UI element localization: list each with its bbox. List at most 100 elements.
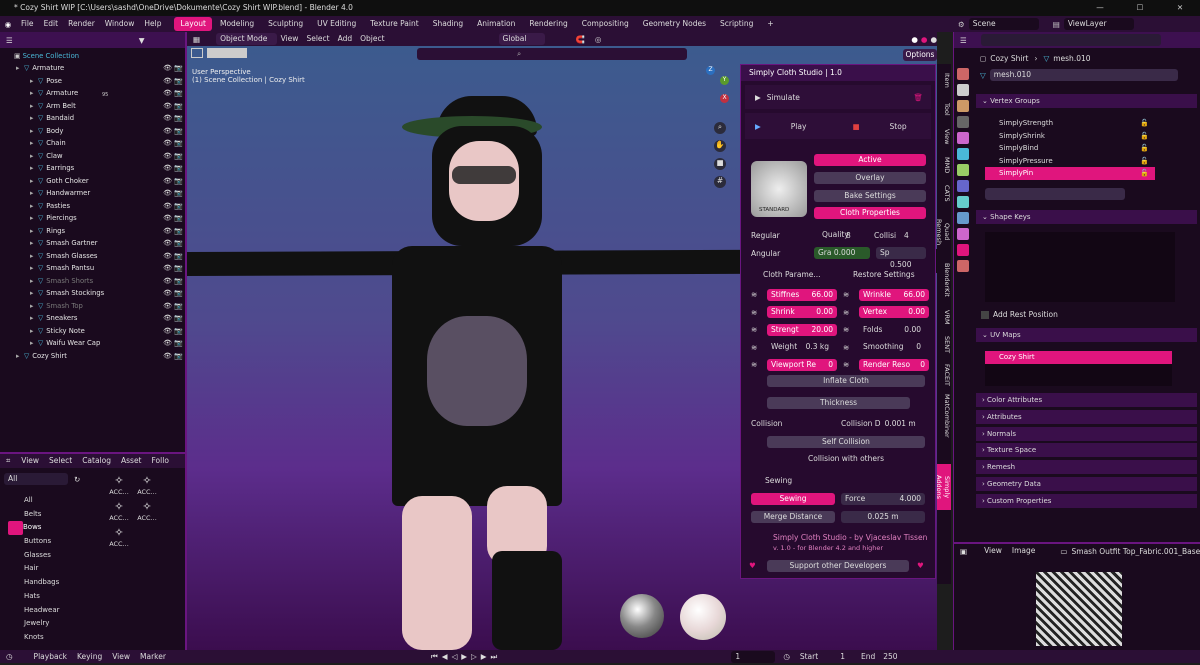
visibility-icons[interactable]: 👁 📷 [163,150,183,163]
vertex-groups-section[interactable]: ⌄ Vertex Groups [976,94,1197,108]
mesh-name-field[interactable]: mesh.010 [990,69,1178,81]
outliner-item[interactable]: ▸▽Earrings👁 📷 [0,162,187,175]
asset-thumbnail[interactable]: ✧ACC... [106,474,132,496]
visibility-icons[interactable]: 👁 📷 [163,325,183,338]
thickness-button[interactable]: Thickness [767,397,910,409]
props-editor-icon[interactable]: ☰ [960,36,967,45]
strength-field[interactable]: Strengt20.00 [767,324,837,336]
sewing-button[interactable]: Sewing [751,493,835,505]
merge-distance-field[interactable]: 0.025 m [841,511,925,523]
lock-icon[interactable]: 🔓 [1140,167,1149,180]
tab-layout[interactable]: Layout [174,17,212,31]
lock-icon[interactable]: 🔓 [1140,130,1149,143]
play-icon[interactable]: ▶ [755,122,761,131]
cloth-params-label[interactable]: Cloth Parame... [763,270,833,279]
outliner-item[interactable]: ▸▽Body👁 📷 [0,125,187,138]
shape-keys-section[interactable]: ⌄ Shape Keys [976,210,1197,224]
tab-rendering[interactable]: Rendering [523,17,573,31]
expand-icon[interactable]: ▸ [30,275,38,288]
expand-icon[interactable]: ▸ [30,337,38,350]
outliner-item[interactable]: ▸▽Waifu Wear Cap👁 📷 [0,337,187,350]
catalog-item[interactable]: Belts [0,508,102,522]
collisi-label[interactable]: Collisi [874,231,904,240]
asset-menu-catalog[interactable]: Catalog [77,453,116,469]
vertex-group-item[interactable]: SimplyShrink🔓 [985,130,1155,143]
property-tab-icon[interactable] [957,84,969,96]
outliner-item[interactable]: ▸▽Bandaid👁 📷 [0,112,187,125]
vertex-group-item[interactable]: SimplyBind🔓 [985,142,1155,155]
property-tab-icon[interactable] [957,100,969,112]
visibility-icons[interactable]: 👁 📷 [163,225,183,238]
tab-geometry-nodes[interactable]: Geometry Nodes [637,17,712,31]
outliner-item[interactable]: ▸▽Armature👁 📷 [0,87,187,100]
property-tab-icon[interactable] [957,164,969,176]
playback-controls[interactable]: ⏮◀◁▶▷▶⏭ [431,652,501,662]
expand-icon[interactable]: ▸ [30,137,38,150]
force-field[interactable]: Force4.000 [841,493,925,505]
outliner-item[interactable]: ▸▽Smash Stockings👁 📷 [0,287,187,300]
start-value[interactable]: 1 [840,652,845,661]
shape-keys-list[interactable] [985,232,1175,302]
menu-file[interactable]: File [16,16,39,32]
visibility-icons[interactable]: 👁 📷 [163,100,183,113]
vertex-group-item[interactable]: SimplyStrength🔓 [985,117,1155,130]
angular-dropdown[interactable]: Angular [751,249,806,258]
catalog-item[interactable]: Handbags [0,576,102,590]
expand-icon[interactable]: ▶ [755,93,761,102]
tab-animation[interactable]: Animation [471,17,521,31]
timeline-view[interactable]: View [107,649,135,665]
expand-icon[interactable]: ▸ [30,212,38,225]
expand-icon[interactable]: ▸ [30,187,38,200]
property-tab-icon[interactable] [957,244,969,256]
checkbox-icon[interactable] [981,311,989,319]
expand-icon[interactable]: ▸ [30,125,38,138]
current-frame[interactable]: 1 [731,651,775,663]
sidebar-tab[interactable]: SENT [937,334,951,356]
proportional-icon[interactable]: ◎ [595,35,602,44]
lock-icon[interactable]: 🔓 [1140,155,1149,168]
normals-section[interactable]: › Normals [976,427,1197,441]
editor-type-icon[interactable]: ☰ [6,36,13,45]
gra-field[interactable]: Gra 0.000 [814,247,870,259]
visibility-icons[interactable]: 👁 📷 [163,87,183,100]
outliner-item[interactable]: ▸▽Pasties👁 📷 [0,200,187,213]
restore-settings[interactable]: Restore Settings [853,270,915,279]
visibility-icons[interactable]: 👁 📷 [163,312,183,325]
timeline-editor-icon[interactable]: ◷ [6,652,13,661]
sp-field[interactable]: Sp 0.500 [876,247,926,259]
outliner-item[interactable]: ▸▽Smash Gartner👁 📷 [0,237,187,250]
props-search[interactable] [981,34,1161,46]
expand-icon[interactable]: ▸ [30,200,38,213]
expand-icon[interactable]: ▸ [30,162,38,175]
inflate-cloth-button[interactable]: Inflate Cloth [767,375,925,387]
regular-dropdown[interactable]: Regular [751,231,806,240]
close-icon[interactable]: ✕ [1160,0,1200,16]
vertex-field[interactable]: Vertex0.00 [859,306,929,318]
outliner-item[interactable]: ▸▽Pose👁 📷 [0,75,187,88]
asset-thumbnail[interactable]: ✧ACC... [106,526,132,548]
visibility-icons[interactable]: 👁 📷 [163,250,183,263]
catalog-item[interactable]: Bows [8,521,23,535]
sidebar-tab[interactable]: Tool [937,98,951,120]
asset-editor-icon[interactable]: ⌗ [6,456,10,466]
expand-icon[interactable]: ▸ [16,350,24,363]
visibility-icons[interactable]: 👁 📷 [163,187,183,200]
add-rest-position[interactable]: Add Rest Position [981,310,1058,319]
quality-label[interactable]: Quality [818,229,846,241]
sidebar-tab[interactable]: Item [937,68,951,92]
visibility-icons[interactable]: 👁 📷 [163,125,183,138]
catalog-item[interactable]: Hats [0,590,102,604]
property-tab-icon[interactable] [957,68,969,80]
active-button[interactable]: Active [814,154,926,166]
scene-field[interactable]: Scene [969,18,1039,30]
refresh-icon[interactable]: ↻ [74,475,80,484]
outliner-item[interactable]: ▸▽Claw👁 📷 [0,150,187,163]
outliner-item[interactable]: ▸▽Handwarmer👁 📷 [0,187,187,200]
expand-icon[interactable]: ▸ [30,325,38,338]
stiffness-field[interactable]: Stiffnes66.00 [767,289,837,301]
expand-icon[interactable]: ▸ [16,62,24,75]
timeline-keying[interactable]: Keying [72,649,107,665]
property-tab-icon[interactable] [957,228,969,240]
asset-menu-view[interactable]: View [16,453,44,469]
visibility-icons[interactable]: 👁 📷 [163,200,183,213]
